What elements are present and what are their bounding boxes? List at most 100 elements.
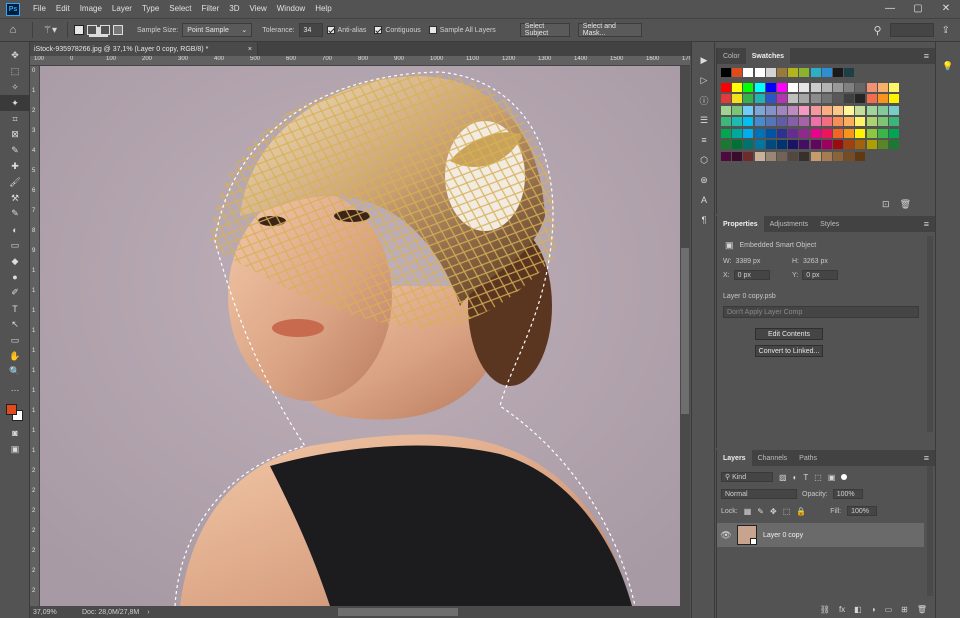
- clone-stamp-tool-icon[interactable]: ⚒: [0, 190, 30, 206]
- color-swatch[interactable]: [866, 94, 877, 103]
- color-swatch[interactable]: [855, 151, 866, 161]
- color-swatch[interactable]: [732, 94, 743, 103]
- close-tab-icon[interactable]: ×: [248, 46, 252, 53]
- sample-all-layers-checkbox[interactable]: [428, 26, 437, 34]
- color-swatch[interactable]: [821, 151, 832, 161]
- color-swatch[interactable]: [765, 68, 776, 77]
- color-swatch[interactable]: [721, 94, 731, 103]
- actions-icon[interactable]: ▷: [692, 70, 716, 90]
- color-swatch[interactable]: [788, 117, 799, 126]
- color-swatch[interactable]: [799, 94, 810, 103]
- color-swatch[interactable]: [777, 117, 787, 126]
- color-swatch[interactable]: [765, 128, 776, 138]
- opacity-input[interactable]: 100%: [832, 489, 863, 499]
- color-swatch[interactable]: [821, 68, 832, 77]
- panel-menu-icon[interactable]: ≡: [918, 453, 935, 466]
- tab-adjustments[interactable]: Adjustments: [764, 216, 815, 232]
- color-swatch[interactable]: [799, 151, 810, 161]
- color-swatch[interactable]: [721, 105, 731, 115]
- color-swatch[interactable]: [765, 117, 776, 126]
- color-swatch[interactable]: [799, 105, 810, 115]
- adjustment-filter-icon[interactable]: ◐: [793, 473, 798, 482]
- maximize-button[interactable]: ▢: [904, 0, 932, 18]
- close-button[interactable]: ✕: [932, 0, 960, 18]
- menu-item-edit[interactable]: Edit: [51, 0, 75, 18]
- workspace-switcher[interactable]: [889, 23, 934, 37]
- color-swatch[interactable]: [833, 151, 843, 161]
- color-swatch[interactable]: [866, 140, 877, 149]
- color-swatch[interactable]: [833, 94, 843, 103]
- color-swatch[interactable]: [788, 128, 799, 138]
- document-canvas[interactable]: [40, 66, 680, 606]
- menu-item-3d[interactable]: 3D: [224, 0, 244, 18]
- color-swatch[interactable]: [855, 140, 866, 149]
- color-swatch[interactable]: [777, 105, 787, 115]
- type-filter-icon[interactable]: T: [803, 473, 808, 482]
- color-swatch[interactable]: [821, 94, 832, 103]
- visibility-eye-icon[interactable]: 👁: [717, 530, 735, 541]
- color-swatch[interactable]: [877, 105, 888, 115]
- horizontal-scroll-thumb[interactable]: [338, 608, 458, 616]
- zoom-level[interactable]: 37,09%: [30, 609, 70, 616]
- tolerance-input[interactable]: 34: [298, 23, 323, 37]
- lock-transparency-icon[interactable]: ▦: [744, 507, 752, 516]
- color-swatch[interactable]: [810, 82, 821, 92]
- panel-menu-icon[interactable]: ≡: [918, 219, 935, 232]
- document-tab[interactable]: iStock-935978266.jpg @ 37,1% (Layer 0 co…: [30, 42, 258, 56]
- hand-tool-icon[interactable]: ✋: [0, 348, 30, 364]
- character-icon[interactable]: A: [692, 190, 716, 210]
- sample-size-select[interactable]: Point Sample ⌄: [182, 23, 253, 37]
- add-mask-icon[interactable]: ◧: [854, 605, 862, 614]
- foreground-color-swatch[interactable]: [6, 403, 17, 415]
- color-swatch[interactable]: [743, 94, 754, 103]
- select-and-mask-button[interactable]: Select and Mask...: [577, 23, 642, 37]
- new-swatch-icon[interactable]: ⊡: [882, 199, 890, 210]
- move-tool-icon[interactable]: ✥: [0, 48, 30, 64]
- color-swatch[interactable]: [821, 128, 832, 138]
- type-tool-icon[interactable]: T: [0, 301, 30, 317]
- color-swatch[interactable]: [889, 94, 899, 103]
- color-swatch[interactable]: [754, 140, 765, 149]
- fill-input[interactable]: 100%: [847, 506, 878, 516]
- color-swatch[interactable]: [889, 82, 899, 92]
- new-group-icon[interactable]: ▭: [885, 605, 893, 614]
- color-swatch[interactable]: [799, 117, 810, 126]
- color-swatch[interactable]: [833, 128, 843, 138]
- brush-tool-icon[interactable]: 🖌: [0, 174, 30, 190]
- properties-scrollbar[interactable]: [927, 236, 933, 432]
- vertical-scroll-thumb[interactable]: [681, 248, 689, 414]
- color-swatch[interactable]: [877, 128, 888, 138]
- color-swatch[interactable]: [777, 82, 787, 92]
- edit-contents-button[interactable]: Edit Contents: [755, 328, 823, 340]
- color-swatch[interactable]: [833, 105, 843, 115]
- color-swatch[interactable]: [721, 68, 731, 77]
- smart-object-filter-icon[interactable]: ▣: [828, 473, 836, 482]
- layer-name[interactable]: Layer 0 copy: [763, 532, 803, 539]
- menu-item-image[interactable]: Image: [75, 0, 107, 18]
- lasso-tool-icon[interactable]: ✧: [0, 80, 30, 96]
- tab-layers[interactable]: Layers: [717, 450, 752, 466]
- pixel-filter-icon[interactable]: ▨: [779, 473, 787, 482]
- lock-position-icon[interactable]: ✥: [770, 507, 777, 516]
- menu-item-select[interactable]: Select: [164, 0, 196, 18]
- color-swatch[interactable]: [821, 140, 832, 149]
- more-tool-icon[interactable]: …: [0, 380, 30, 396]
- menu-item-view[interactable]: View: [245, 0, 272, 18]
- color-swatch[interactable]: [777, 128, 787, 138]
- color-swatch[interactable]: [866, 128, 877, 138]
- color-swatch[interactable]: [833, 140, 843, 149]
- status-menu-arrow[interactable]: ›: [147, 609, 149, 616]
- info-icon[interactable]: ⓘ: [692, 90, 716, 110]
- link-layers-icon[interactable]: ⛓: [820, 605, 830, 614]
- adjustment-layer-icon[interactable]: ◑: [871, 605, 876, 614]
- color-swatch[interactable]: [721, 151, 731, 161]
- marquee-tool-icon[interactable]: ⬚: [0, 64, 30, 80]
- color-swatch[interactable]: [799, 128, 810, 138]
- color-swatch[interactable]: [821, 82, 832, 92]
- gradient-tool-icon[interactable]: ▭: [0, 238, 30, 254]
- color-swatch[interactable]: [810, 105, 821, 115]
- color-swatch[interactable]: [743, 68, 754, 77]
- screen-mode-icon[interactable]: ▣: [0, 441, 30, 457]
- color-swatch[interactable]: [732, 105, 743, 115]
- color-swatch[interactable]: [754, 68, 765, 77]
